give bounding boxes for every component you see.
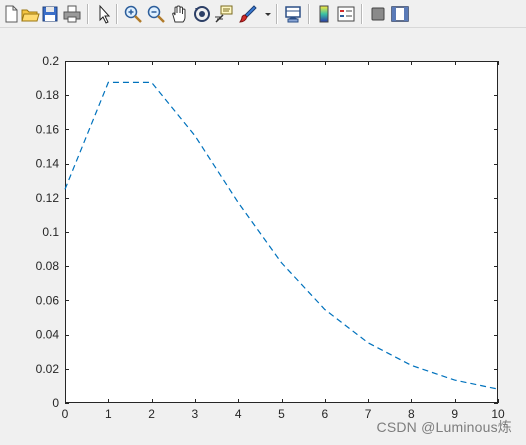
x-tick-label: 2 <box>148 407 155 421</box>
y-tick-label: 0.18 <box>36 88 60 102</box>
x-tick-label: 3 <box>192 407 199 421</box>
y-tick-label: 0.2 <box>42 54 59 68</box>
y-tick-label: 0.02 <box>36 362 60 376</box>
y-tick-label: 0.16 <box>36 122 60 136</box>
y-tick-label: 0.1 <box>42 225 59 239</box>
plot-area <box>65 61 498 403</box>
y-tick-label: 0.14 <box>36 157 60 171</box>
x-tick-label: 7 <box>365 407 372 421</box>
y-tick-label: 0.06 <box>36 293 60 307</box>
y-tick-label: 0.12 <box>36 191 60 205</box>
line-chart: 0 1 2 3 4 5 6 7 8 9 1000.020.040.060.080.10.120.14… <box>36 54 505 421</box>
y-tick-label: 0.04 <box>36 328 60 342</box>
x-tick-label: 5 <box>278 407 285 421</box>
watermark-text: CSDN @Luminous炼 <box>376 419 512 435</box>
x-tick-label: 6 <box>321 407 328 421</box>
x-tick-label: 1 <box>105 407 112 421</box>
x-tick-label: 4 <box>235 407 242 421</box>
x-tick-label: 0 <box>62 407 69 421</box>
y-tick-label: 0 <box>52 396 59 410</box>
y-tick-label: 0.08 <box>36 259 60 273</box>
